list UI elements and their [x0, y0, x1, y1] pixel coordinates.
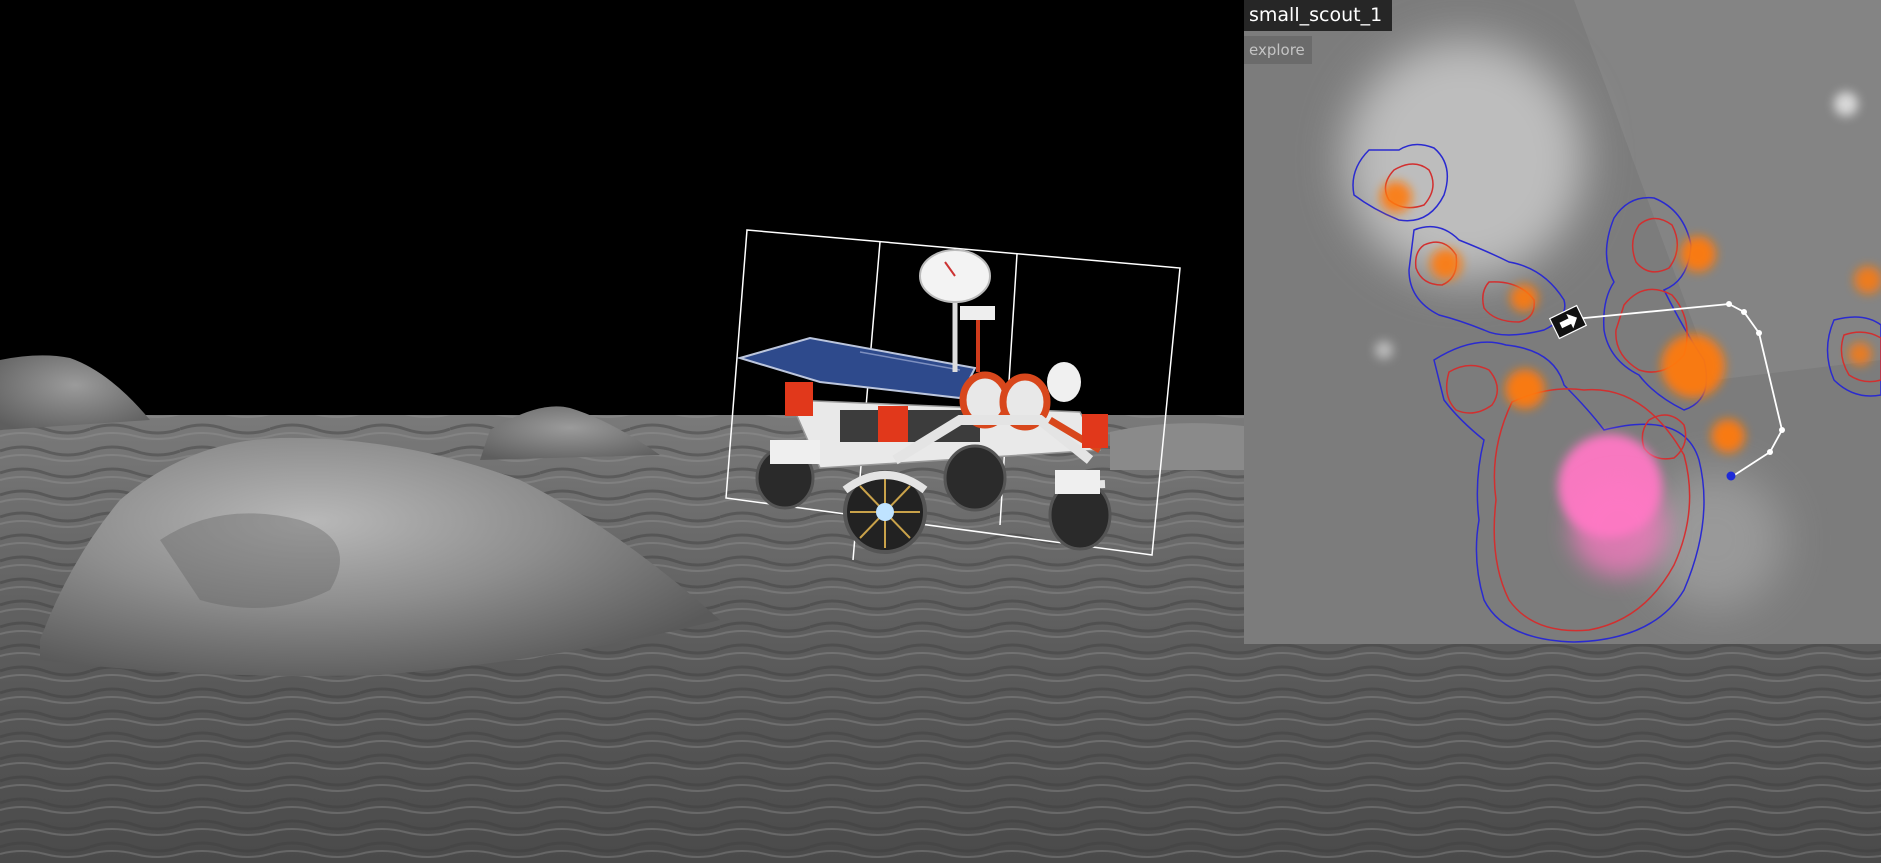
hill-far-right [1110, 423, 1244, 470]
map-light-spot [1834, 92, 1858, 116]
map-light-spot [1375, 341, 1393, 359]
goal-dot-icon [1726, 471, 1736, 481]
map-light-area [1344, 40, 1584, 280]
robot-name-label: small_scout_1 [1244, 0, 1393, 31]
minimap-map[interactable] [1244, 0, 1881, 644]
minimap-panel[interactable]: small_scout_1 explore [1244, 0, 1881, 644]
robot-mode-badge: explore [1244, 36, 1312, 64]
